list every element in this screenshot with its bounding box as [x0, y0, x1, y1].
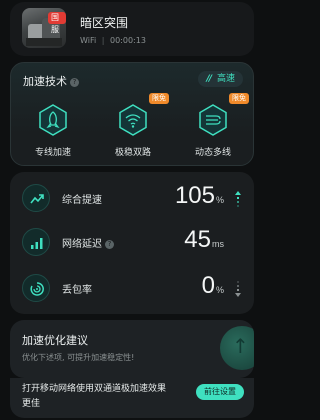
game-header-card[interactable]: 国服 暗区突围 WiFi | 00:00:13 — [10, 2, 254, 56]
speed-bolt-icon: // — [206, 74, 211, 84]
stat-number: 0 — [201, 272, 215, 299]
tip-text: 打开移动网络使用双通道极加速效果更佳 — [22, 384, 167, 409]
packet-loss-icon — [22, 274, 50, 302]
feature-dynamic-multiline[interactable]: 动态多线 — [183, 103, 243, 158]
mobile-network-tip: 打开移动网络使用双通道极加速效果更佳 前往设置 — [10, 378, 254, 418]
speed-mode-label: 高速 — [216, 74, 235, 84]
stat-value: 0% — [202, 272, 224, 300]
feature-label: 动态多线 — [194, 148, 231, 158]
signal-bars-icon — [22, 228, 50, 256]
stat-row-packet-loss: 丢包率 0% — [22, 268, 242, 308]
stat-unit: ms — [212, 239, 224, 249]
down-arrow-icon — [235, 281, 241, 297]
stats-card: 综合提速 105% 网络延迟? 45ms 丢包率 0% — [10, 172, 254, 314]
feature-dedicated-line[interactable]: 专线加速 — [23, 103, 83, 158]
stat-value: 45ms — [184, 226, 224, 254]
stat-label-text: 网络延迟 — [62, 239, 102, 250]
acceleration-tech-card: 加速技术? // 高速 专线加速 极稳双路 限免 动态多线 限免 — [10, 62, 254, 166]
help-icon[interactable]: ? — [105, 240, 114, 249]
free-badge: 限免 — [149, 93, 169, 104]
dual-wifi-icon — [119, 104, 147, 136]
elapsed-time: 00:00:13 — [110, 36, 146, 45]
help-icon[interactable]: ? — [70, 78, 79, 87]
feature-label: 专线加速 — [34, 148, 71, 158]
stat-label: 丢包率 — [62, 285, 92, 296]
stat-unit: % — [215, 195, 224, 205]
rocket-icon — [39, 104, 67, 136]
stat-number: 45 — [184, 226, 211, 253]
up-arrow-icon — [235, 191, 241, 207]
stat-unit: % — [215, 285, 224, 295]
stat-label: 综合提速 — [62, 195, 102, 206]
feature-label: 极稳双路 — [114, 148, 151, 158]
arrow-up-icon[interactable]: ↑ — [220, 326, 254, 370]
multi-line-icon — [199, 104, 227, 136]
status-separator: | — [101, 36, 105, 45]
trend-up-icon — [22, 184, 50, 212]
stat-row-speedup: 综合提速 105% — [22, 178, 242, 218]
stat-row-latency: 网络延迟? 45ms — [22, 222, 242, 262]
speed-mode-pill[interactable]: // 高速 — [198, 71, 243, 87]
optimization-title: 加速优化建议 — [22, 334, 88, 347]
free-badge: 限免 — [229, 93, 249, 104]
game-thumbnail: 国服 — [22, 8, 66, 48]
tech-title-text: 加速技术 — [23, 75, 67, 88]
feature-dual-path[interactable]: 极稳双路 — [103, 103, 163, 158]
stat-label: 网络延迟? — [62, 235, 114, 250]
tech-title: 加速技术? — [23, 73, 79, 89]
network-type: WiFi — [80, 36, 97, 45]
network-status: WiFi | 00:00:13 — [80, 36, 146, 45]
game-title: 暗区突围 — [80, 16, 129, 30]
optimization-card[interactable]: 加速优化建议 优化下述项, 可提升加速稳定性! ↑ — [10, 320, 254, 378]
go-settings-button[interactable]: 前往设置 — [196, 384, 244, 400]
optimization-desc: 优化下述项, 可提升加速稳定性! — [22, 353, 135, 362]
stat-number: 105 — [174, 182, 215, 209]
server-badge: 国服 — [48, 12, 66, 34]
stat-value: 105% — [175, 182, 224, 210]
